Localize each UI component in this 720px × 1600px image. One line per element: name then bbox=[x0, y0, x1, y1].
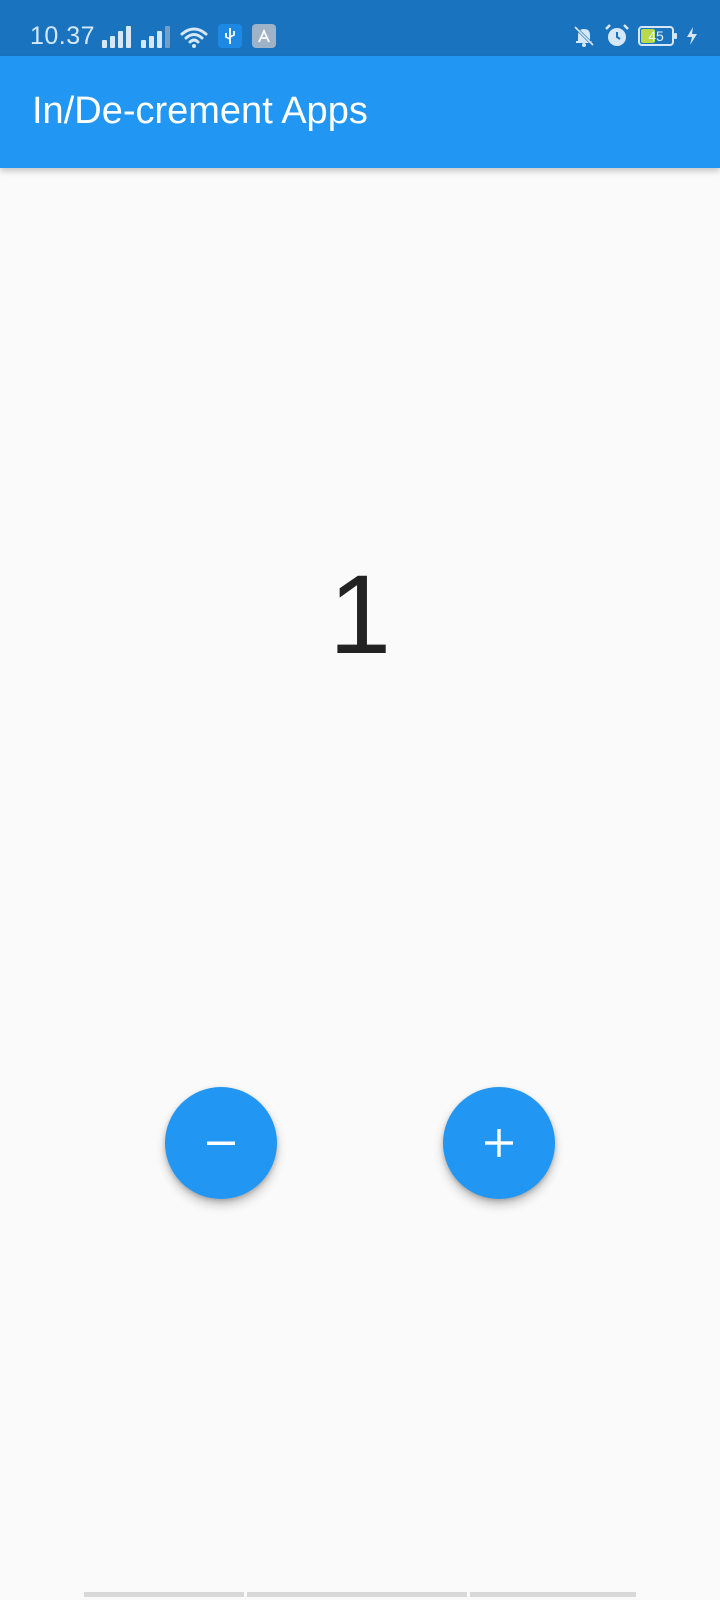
app-title: In/De-crement Apps bbox=[32, 90, 368, 132]
status-time: 10.37 bbox=[30, 22, 96, 50]
status-bar: 10.37 45 bbox=[0, 0, 720, 56]
signal-icon bbox=[141, 26, 170, 48]
wifi-icon bbox=[180, 27, 208, 48]
alarm-icon bbox=[605, 24, 629, 46]
battery-icon: 45 bbox=[638, 26, 677, 46]
status-right-icons: 45 bbox=[572, 22, 698, 50]
signal-icon bbox=[102, 26, 131, 48]
status-left-icons bbox=[102, 24, 276, 48]
increment-button[interactable] bbox=[443, 1087, 555, 1199]
decrement-button[interactable] bbox=[165, 1087, 277, 1199]
navigation-gesture-bar bbox=[84, 1592, 636, 1598]
usb-icon bbox=[218, 24, 242, 48]
charging-icon bbox=[687, 27, 697, 45]
app-notification-icon bbox=[252, 24, 276, 48]
notifications-off-icon bbox=[573, 25, 595, 47]
minus-icon bbox=[207, 1141, 235, 1145]
plus-icon bbox=[485, 1129, 513, 1157]
battery-level-text: 45 bbox=[648, 28, 664, 44]
counter-value: 1 bbox=[328, 552, 392, 677]
app-bar: In/De-crement Apps bbox=[0, 56, 720, 168]
